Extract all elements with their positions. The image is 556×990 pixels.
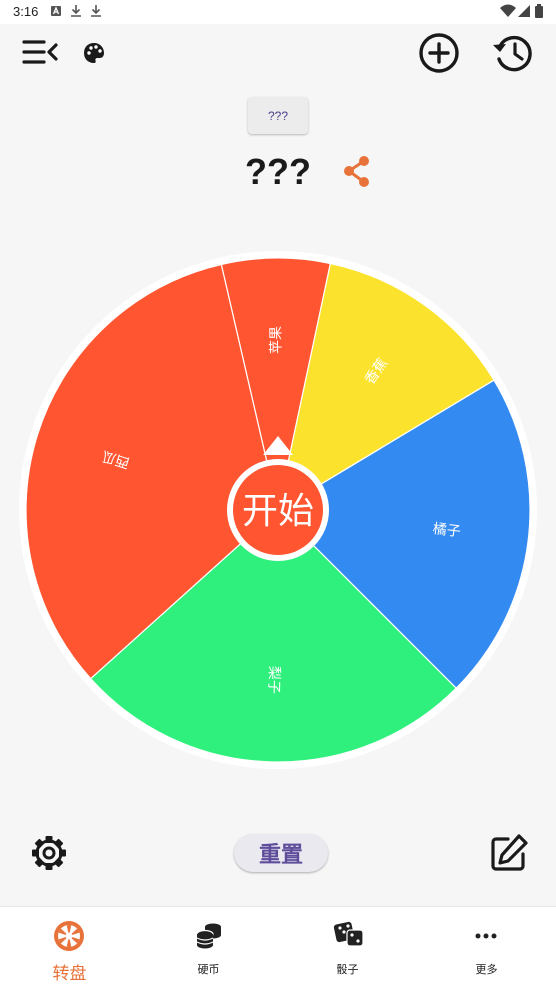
nav-item-dice[interactable]: 骰子 [278,907,417,990]
battery-icon [535,4,543,18]
share-icon[interactable] [340,154,374,190]
status-bar: 3:16 [0,0,556,24]
download-icon [91,5,101,17]
wheel-segment-label: 橘子 [432,521,462,540]
question-button[interactable]: ??? [248,97,308,134]
wheel-segment-label: 苹果 [268,326,284,354]
bottom-nav: 转盘 硬币 骰子 更多 [0,906,556,990]
nav-item-wheel[interactable]: 转盘 [0,907,139,990]
wheel-title[interactable]: ??? [228,150,328,194]
nav-item-coins[interactable]: 硬币 [139,907,278,990]
dice-icon [333,921,364,947]
start-label[interactable]: 开始 [242,491,314,532]
nav-label-coins: 硬币 [197,963,220,976]
spin-wheel[interactable]: 苹果香蕉橘子梨子西瓜 开始 [0,240,556,780]
coins-icon [196,923,221,949]
status-time: 3:16 [13,4,39,19]
a-icon [51,6,61,16]
download-icon [71,5,81,17]
palette-icon[interactable] [83,42,105,64]
nav-label-more: 更多 [475,963,498,976]
nav-item-more[interactable]: 更多 [417,907,556,990]
more-icon [475,933,497,939]
wheel-icon [54,921,84,951]
wheel-segment-label: 梨子 [265,666,282,694]
edit-icon[interactable] [488,832,530,874]
nav-label-dice: 骰子 [336,963,359,976]
add-circle-icon[interactable] [418,32,460,74]
nav-label-wheel: 转盘 [52,964,87,984]
gear-icon[interactable] [30,834,68,872]
signal-icon [518,5,530,17]
history-icon[interactable] [491,32,535,74]
menu-collapse-icon[interactable] [22,38,60,68]
wifi-icon [500,4,516,17]
reset-button[interactable]: 重置 [234,834,328,872]
